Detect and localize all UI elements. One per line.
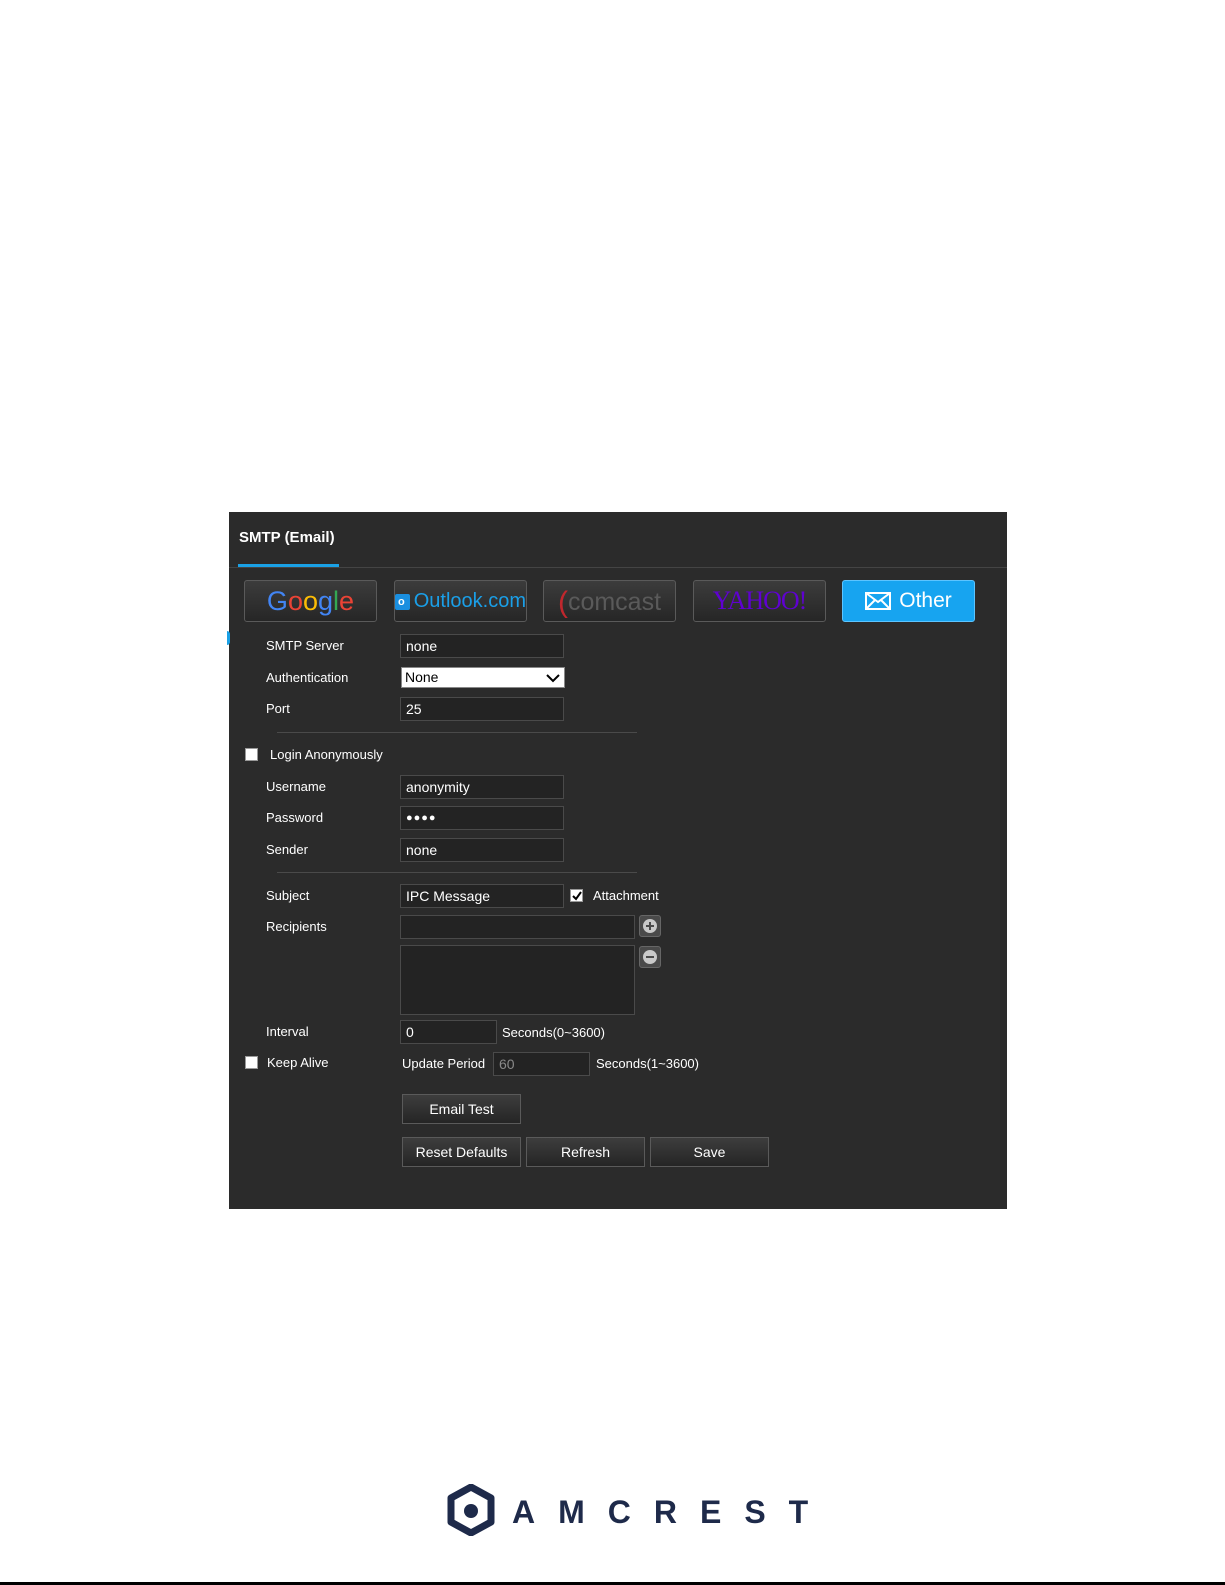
outlook-provider-button[interactable]: o Outlook.com <box>394 580 527 622</box>
checkmark-icon <box>572 891 582 901</box>
divider <box>277 872 637 873</box>
login-anonymously-checkbox[interactable] <box>245 748 258 761</box>
subject-label: Subject <box>266 888 310 903</box>
comcast-provider-button[interactable]: (comcast <box>543 580 676 622</box>
authentication-select[interactable]: None <box>401 667 565 688</box>
amcrest-logo-icon <box>447 1483 495 1541</box>
yahoo-provider-button[interactable]: YAHOO! <box>693 580 826 622</box>
update-period-unit: Seconds(1~3600) <box>596 1056 699 1071</box>
username-input[interactable]: anonymity <box>400 775 564 799</box>
plus-icon <box>643 919 657 933</box>
save-button[interactable]: Save <box>650 1137 769 1167</box>
smtp-server-input[interactable]: none <box>400 634 564 658</box>
authentication-value: None <box>405 669 439 685</box>
outlook-provider-label: Outlook.com <box>413 589 526 612</box>
google-logo: Google <box>266 585 355 616</box>
update-period-label: Update Period <box>402 1056 486 1071</box>
keep-alive-checkbox[interactable] <box>245 1056 258 1069</box>
email-test-button[interactable]: Email Test <box>402 1094 521 1124</box>
keep-alive-label: Keep Alive <box>267 1055 329 1070</box>
update-period-input[interactable]: 60 <box>493 1052 590 1076</box>
password-input[interactable]: ●●●● <box>400 806 564 830</box>
left-edge-marker <box>227 631 230 645</box>
smtp-server-label: SMTP Server <box>266 638 344 653</box>
envelope-icon <box>865 591 892 615</box>
reset-defaults-button[interactable]: Reset Defaults <box>402 1137 521 1167</box>
authentication-label: Authentication <box>266 670 349 685</box>
comcast-logo: (comcast <box>557 586 662 619</box>
attachment-label: Attachment <box>593 888 659 903</box>
outlook-icon: o <box>395 594 410 610</box>
login-anonymously-label: Login Anonymously <box>270 747 383 762</box>
minus-icon <box>643 950 657 964</box>
active-tab-indicator <box>238 564 339 567</box>
other-provider-button[interactable]: Other <box>842 580 975 622</box>
smtp-email-panel: SMTP (Email) Google o Outlook.com (comca… <box>227 512 1007 1209</box>
refresh-button[interactable]: Refresh <box>526 1137 645 1167</box>
sender-input[interactable]: none <box>400 838 564 862</box>
sender-label: Sender <box>266 842 308 857</box>
port-input[interactable]: 25 <box>400 697 564 721</box>
attachment-checkbox[interactable] <box>570 889 583 902</box>
page-title[interactable]: SMTP (Email) <box>239 529 335 546</box>
password-label: Password <box>266 810 324 825</box>
interval-input[interactable]: 0 <box>400 1020 497 1044</box>
subject-input[interactable]: IPC Message <box>400 884 564 908</box>
other-provider-label: Other <box>899 589 952 612</box>
username-label: Username <box>266 779 326 794</box>
divider <box>277 732 637 733</box>
port-label: Port <box>266 701 290 716</box>
add-recipient-button[interactable] <box>639 915 661 937</box>
interval-label: Interval <box>266 1024 309 1039</box>
recipients-list[interactable] <box>400 945 635 1015</box>
amcrest-wordmark: AMCREST <box>512 1494 832 1530</box>
google-provider-button[interactable]: Google <box>244 580 377 622</box>
yahoo-provider-label: YAHOO! <box>712 586 808 615</box>
chevron-down-icon <box>546 670 560 689</box>
remove-recipient-button[interactable] <box>639 946 661 968</box>
recipients-label: Recipients <box>266 919 327 934</box>
recipient-input[interactable] <box>400 915 635 939</box>
interval-unit: Seconds(0~3600) <box>502 1025 605 1040</box>
panel-header: SMTP (Email) <box>229 512 1007 568</box>
